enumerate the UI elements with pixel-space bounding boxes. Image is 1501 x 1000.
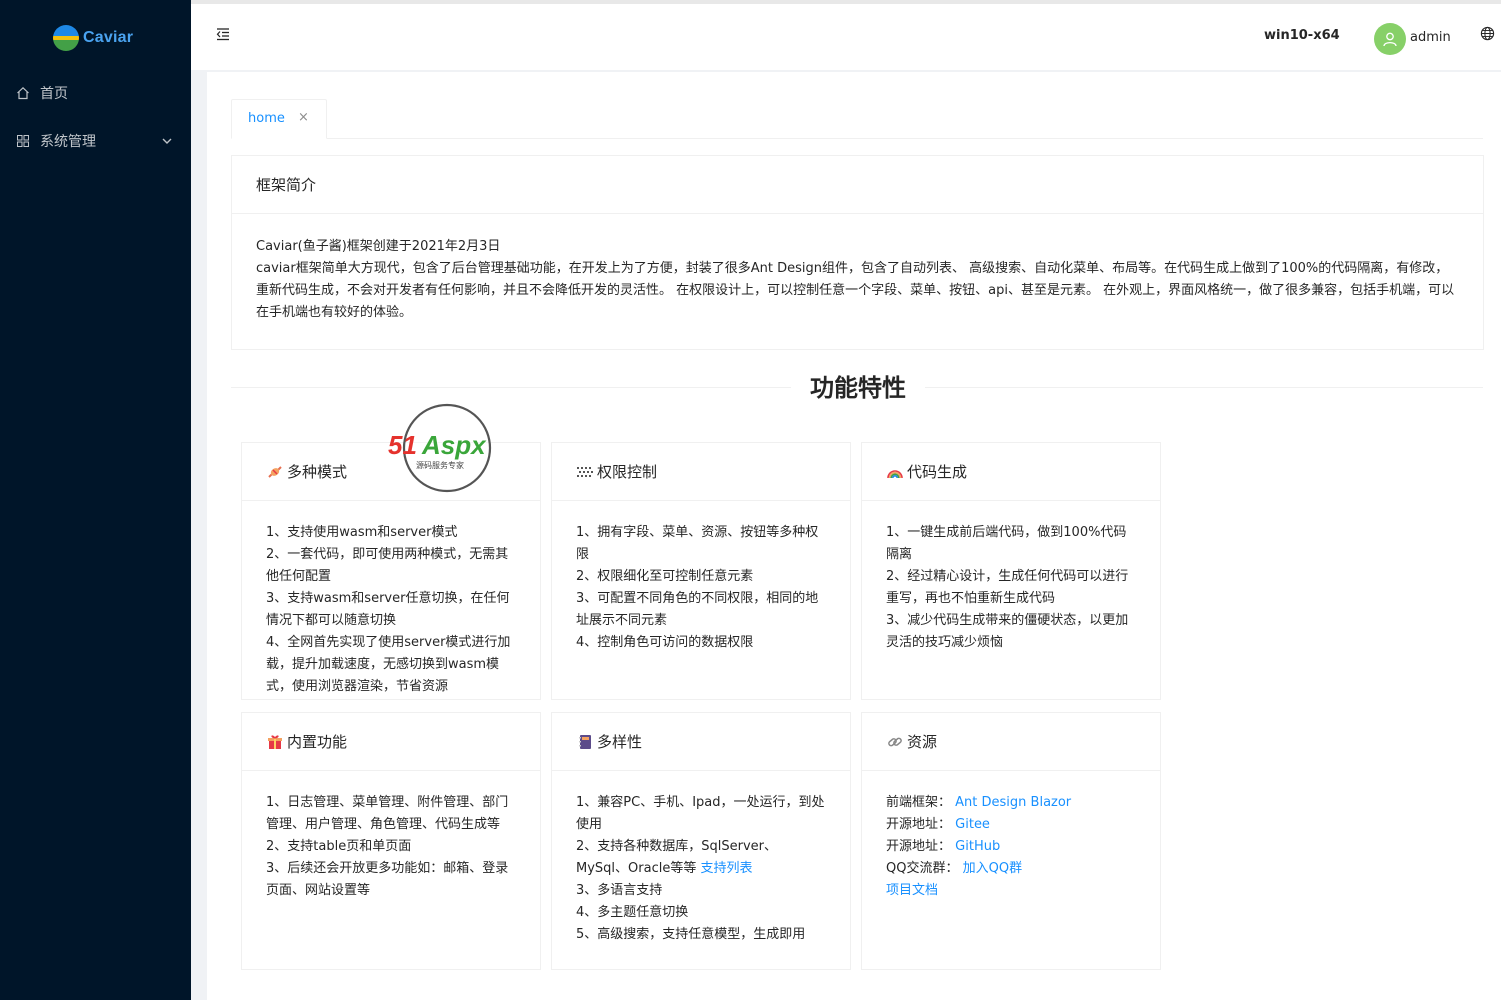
divider-line-right <box>925 387 1483 388</box>
card-line: 3、减少代码生成带来的僵硬状态，以更加灵活的技巧减少烦恼 <box>886 613 1129 650</box>
intro-card: 框架简介 Caviar(鱼子酱)框架创建于2021年2月3日 caviar框架简… <box>231 155 1484 350</box>
resource-label: 前端框架： <box>886 795 952 810</box>
globe-icon[interactable] <box>1480 26 1496 42</box>
app-logo[interactable]: Caviar <box>53 24 173 52</box>
watermark-logo: 51 Aspx 源码服务专家 <box>386 402 512 494</box>
intro-title: 框架简介 <box>232 156 1483 214</box>
rainbow-icon <box>886 463 904 481</box>
join-qq-group-link[interactable]: 加入QQ群 <box>963 861 1022 876</box>
chevron-down-icon <box>160 134 174 148</box>
card-title-text: 代码生成 <box>907 463 968 481</box>
card-line: 4、控制角色可访问的数据权限 <box>576 635 754 650</box>
card-line: 3、多语言支持 <box>576 883 663 898</box>
logo-mark-icon <box>53 25 79 51</box>
card-title: 代码生成 <box>862 443 1160 501</box>
supported-list-link[interactable]: 支持列表 <box>700 861 752 876</box>
intro-body: Caviar(鱼子酱)框架创建于2021年2月3日 caviar框架简单大方现代… <box>232 214 1483 324</box>
resource-row: 开源地址： GitHub <box>886 836 1136 858</box>
tab-bar-divider <box>231 138 1483 139</box>
intro-line: caviar框架简单大方现代，包含了后台管理基础功能，在开发上为了方便，封装了很… <box>256 261 1455 320</box>
gift-icon <box>266 733 284 751</box>
card-line: 4、全网首先实现了使用server模式进行加载，提升加载速度，无感切换到wasm… <box>266 635 511 694</box>
card-body: 1、支持使用wasm和server模式 2、一套代码，即可使用两种模式，无需其他… <box>242 501 540 698</box>
feature-card-builtin: 内置功能 1、日志管理、菜单管理、附件管理、部门管理、用户管理、角色管理、代码生… <box>241 712 541 970</box>
notebook-icon <box>576 733 594 751</box>
resource-label: 开源地址： <box>886 839 952 854</box>
tab-home[interactable]: home × <box>231 99 327 139</box>
card-line: 2、经过精心设计，生成任何代码可以进行重写，再也不怕重新生成代码 <box>886 569 1129 606</box>
card-line: 2、支持各种数据库，SqlServer、MySql、Oracle等等 支持列表 <box>576 836 826 880</box>
card-title: 资源 <box>862 713 1160 771</box>
card-body: 前端框架： Ant Design Blazor 开源地址： Gitee 开源地址… <box>862 771 1160 902</box>
card-title-text: 多样性 <box>597 733 643 751</box>
card-body: 1、拥有字段、菜单、资源、按钮等多种权限 2、权限细化至可控制任意元素 3、可配… <box>552 501 850 654</box>
card-body: 1、兼容PC、手机、Ipad，一处运行，到处使用 2、支持各种数据库，SqlSe… <box>552 771 850 946</box>
card-line: 2、支持table页和单页面 <box>266 839 412 854</box>
feature-card-resources: 资源 前端框架： Ant Design Blazor 开源地址： Gitee 开… <box>861 712 1161 970</box>
card-title-text: 内置功能 <box>287 733 348 751</box>
resource-row: QQ交流群： 加入QQ群 <box>886 858 1136 880</box>
header: win10-x64 admin <box>191 4 1501 70</box>
resource-row: 项目文档 <box>886 880 1136 902</box>
user-avatar[interactable] <box>1374 23 1406 55</box>
card-line: 1、拥有字段、菜单、资源、按钮等多种权限 <box>576 525 819 562</box>
resource-label: QQ交流群： <box>886 861 959 876</box>
card-line: 1、兼容PC、手机、Ipad，一处运行，到处使用 <box>576 795 825 832</box>
watermark-brand-green: Aspx <box>421 430 487 460</box>
menu-fold-icon[interactable] <box>215 26 233 44</box>
project-docs-link[interactable]: 项目文档 <box>886 883 938 898</box>
sidebar: Caviar 首页 系统管理 <box>0 0 191 1000</box>
logo-text: Caviar <box>83 29 134 46</box>
resource-row: 开源地址： Gitee <box>886 814 1136 836</box>
intro-line: Caviar(鱼子酱)框架创建于2021年2月3日 <box>256 239 501 254</box>
grid-icon <box>576 463 594 481</box>
feature-card-codegen: 代码生成 1、一键生成前后端代码，做到100%代码隔离 2、经过精心设计，生成任… <box>861 442 1161 700</box>
user-name[interactable]: admin <box>1410 30 1451 45</box>
tab-label: home <box>248 111 285 126</box>
card-title-text: 资源 <box>907 733 938 751</box>
sidebar-item-home[interactable]: 首页 <box>0 73 191 113</box>
card-title: 权限控制 <box>552 443 850 501</box>
card-line: 3、后续还会开放更多功能如：邮箱、登录页面、网站设置等 <box>266 861 509 898</box>
card-line: 1、日志管理、菜单管理、附件管理、部门管理、用户管理、角色管理、代码生成等 <box>266 795 509 832</box>
card-line: 3、支持wasm和server任意切换，在任何情况下都可以随意切换 <box>266 591 510 628</box>
card-line: 5、高级搜索，支持任意模型，生成即用 <box>576 927 806 942</box>
feature-card-permissions: 权限控制 1、拥有字段、菜单、资源、按钮等多种权限 2、权限细化至可控制任意元素… <box>551 442 851 700</box>
features-title: 功能特性 <box>810 374 906 402</box>
card-body: 1、一键生成前后端代码，做到100%代码隔离 2、经过精心设计，生成任何代码可以… <box>862 501 1160 654</box>
watermark-brand-red: 51 <box>388 430 417 460</box>
watermark-tagline: 源码服务专家 <box>416 460 464 470</box>
card-title-text: 权限控制 <box>597 463 658 481</box>
appstore-icon <box>16 134 30 148</box>
card-body: 1、日志管理、菜单管理、附件管理、部门管理、用户管理、角色管理、代码生成等 2、… <box>242 771 540 902</box>
card-line: 2、一套代码，即可使用两种模式，无需其他任何配置 <box>266 547 509 584</box>
sidebar-item-label: 首页 <box>40 86 68 102</box>
divider-line-left <box>231 387 791 388</box>
card-title: 多样性 <box>552 713 850 771</box>
candy-icon <box>266 463 284 481</box>
card-line: 1、支持使用wasm和server模式 <box>266 525 458 540</box>
sidebar-item-label: 系统管理 <box>40 134 96 150</box>
card-line: 4、多主题任意切换 <box>576 905 689 920</box>
home-icon <box>16 86 30 100</box>
gitee-link[interactable]: Gitee <box>955 817 990 832</box>
github-link[interactable]: GitHub <box>955 839 1000 854</box>
card-title: 内置功能 <box>242 713 540 771</box>
card-line: 3、可配置不同角色的不同权限，相同的地址展示不同元素 <box>576 591 819 628</box>
ant-design-blazor-link[interactable]: Ant Design Blazor <box>955 795 1071 810</box>
host-name: win10-x64 <box>1264 28 1340 43</box>
close-icon[interactable]: × <box>298 110 309 125</box>
link-icon <box>886 733 904 751</box>
card-line: 2、权限细化至可控制任意元素 <box>576 569 754 584</box>
sidebar-item-system[interactable]: 系统管理 <box>0 121 191 161</box>
user-icon <box>1383 32 1397 47</box>
feature-card-diversity: 多样性 1、兼容PC、手机、Ipad，一处运行，到处使用 2、支持各种数据库，S… <box>551 712 851 970</box>
card-line: 1、一键生成前后端代码，做到100%代码隔离 <box>886 525 1127 562</box>
resource-label: 开源地址： <box>886 817 952 832</box>
card-title-text: 多种模式 <box>287 463 348 481</box>
resource-row: 前端框架： Ant Design Blazor <box>886 792 1136 814</box>
